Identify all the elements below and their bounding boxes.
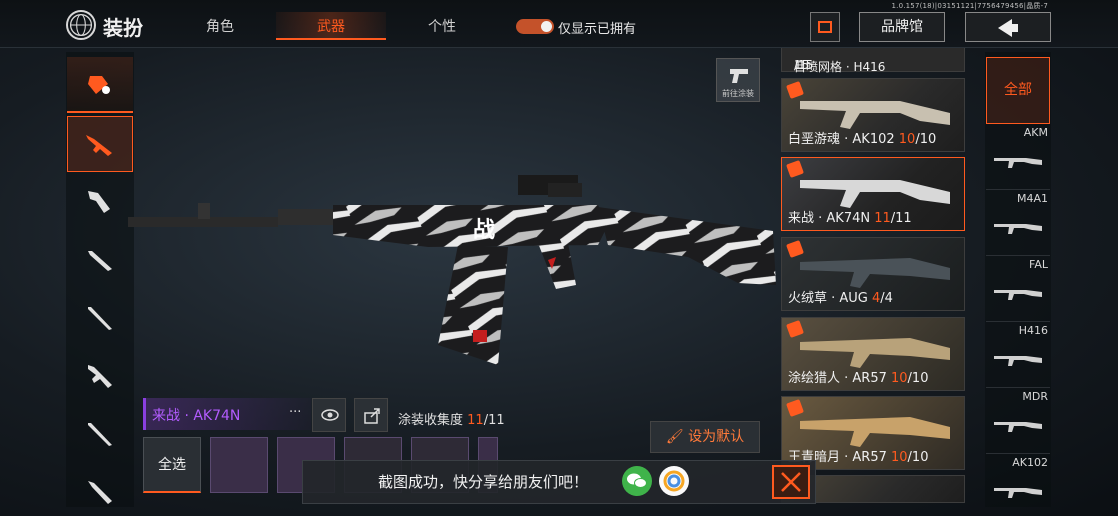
- globe-logo-icon: [66, 10, 96, 40]
- rifle-icon: [994, 356, 1042, 366]
- filter-weapon-name: AKM: [1023, 126, 1048, 139]
- skin-card[interactable]: 涂绘猎人 · AR57 10/10: [781, 317, 965, 391]
- close-toast-button[interactable]: [772, 465, 810, 499]
- rifle-icon: [994, 290, 1042, 300]
- filter-weapon-name: H416: [1018, 324, 1048, 337]
- skin-card[interactable]: 白垩游魂 · AK102 10/10: [781, 78, 965, 152]
- skin-card[interactable]: 目喷网格 · H416 15/15: [781, 48, 965, 74]
- filter-weapon-item[interactable]: H416: [986, 322, 1050, 388]
- select-all-button[interactable]: 全选: [143, 437, 201, 493]
- filter-weapon-name: MDR: [1022, 390, 1048, 403]
- weapon-thumbnail: [800, 258, 950, 288]
- share-icon: [818, 21, 832, 33]
- weapon-thumbnail: [800, 417, 950, 447]
- category-assault-rifle[interactable]: [67, 116, 133, 172]
- skin-card[interactable]: 王青暗月 · AR57 10/10: [781, 396, 965, 470]
- set-default-button[interactable]: 🖌 设为默认: [650, 421, 760, 453]
- close-icon: [781, 472, 801, 492]
- share-skin-button[interactable]: [354, 398, 388, 432]
- weapon-thumbnail: [800, 101, 950, 129]
- marksman-rifle-icon: [88, 423, 112, 446]
- smg-icon: [88, 191, 110, 213]
- tab-weapon[interactable]: 武器: [276, 12, 386, 40]
- back-button[interactable]: [965, 12, 1051, 42]
- wechat-share-icon[interactable]: [622, 466, 652, 496]
- tab-character[interactable]: 角色: [190, 16, 250, 36]
- set-default-label: 设为默认: [688, 429, 745, 445]
- preview-eye-button[interactable]: [312, 398, 346, 432]
- rifle-icon: [88, 481, 112, 504]
- moments-share-icon[interactable]: [659, 466, 689, 496]
- version-text: 1.0.157(18)|03151121|7756479456|晶质-7: [891, 2, 1048, 10]
- shotgun-icon: [88, 251, 112, 271]
- filter-weapon-item[interactable]: FAL: [986, 256, 1050, 322]
- rifle-icon: [994, 488, 1042, 498]
- filter-weapon-name: FAL: [1029, 258, 1048, 271]
- svg-text:战: 战: [473, 218, 495, 243]
- lmg-icon: [88, 365, 112, 388]
- skin-card-selected[interactable]: 来战 · AK74N 11/11: [781, 157, 965, 231]
- filter-weapon-name: M4A1: [1016, 192, 1048, 205]
- collection-total: /11: [483, 413, 505, 428]
- goto-skin-button[interactable]: 前往涂装: [716, 58, 760, 102]
- weapon-preview-ak74n[interactable]: 战: [128, 165, 778, 365]
- collection-owned: 11: [467, 413, 484, 428]
- goto-skin-label: 前往涂装: [722, 89, 754, 98]
- assault-rifle-icon: [86, 135, 112, 156]
- weapon-thumbnail: [800, 180, 950, 208]
- category-spray-all[interactable]: [67, 57, 133, 113]
- filter-weapon-item[interactable]: M4A1: [986, 190, 1050, 256]
- skin-name: 来战 · AK74N 11/11: [788, 211, 912, 226]
- filter-weapon-item[interactable]: AK102: [986, 454, 1050, 516]
- tab-personality[interactable]: 个性: [412, 16, 472, 36]
- page-title: 装扮: [103, 16, 143, 40]
- filter-weapon-name: AK102: [1012, 456, 1048, 469]
- collection-label: 涂装收集度: [398, 413, 464, 428]
- filter-weapon-item[interactable]: MDR: [986, 388, 1050, 454]
- skin-name: 火绒草 · AUG 4/4: [788, 291, 893, 306]
- share-icon: [364, 408, 380, 424]
- category-shotgun[interactable]: [67, 232, 133, 288]
- skin-name: 涂绘猎人 · AR57 10/10: [788, 371, 929, 386]
- toast-message: 截图成功，快分享给朋友们吧！: [378, 473, 589, 491]
- weapon-name-bar: 来战 · AK74N: [143, 398, 311, 430]
- sniper-icon: [88, 307, 112, 330]
- owned-only-toggle[interactable]: [516, 19, 554, 34]
- skin-name: 白垩游魂 · AK102 10/10: [788, 132, 937, 147]
- category-lmg[interactable]: [67, 348, 133, 404]
- weapon-name: 来战 · AK74N: [152, 408, 241, 424]
- brand-hall-button[interactable]: 品牌馆: [859, 12, 945, 42]
- pistol-icon: [730, 69, 748, 83]
- weapon-category-sidebar: [66, 52, 134, 507]
- skin-card[interactable]: 火绒草 · AUG 4/4: [781, 237, 965, 311]
- category-sniper[interactable]: [67, 290, 133, 346]
- spray-paint-icon: [88, 76, 110, 94]
- category-pistol[interactable]: [67, 464, 133, 516]
- filter-all[interactable]: 全部: [986, 57, 1050, 124]
- collection-progress: 涂装收集度 11/11: [398, 409, 505, 428]
- eye-icon: [321, 409, 339, 421]
- more-options-icon[interactable]: ···: [289, 405, 301, 420]
- category-smg[interactable]: [67, 174, 133, 230]
- rifle-icon: [994, 422, 1042, 432]
- brush-icon: 🖌: [665, 429, 684, 445]
- weapon-thumbnail: [800, 338, 950, 368]
- filter-weapon-item[interactable]: AKM: [986, 124, 1050, 190]
- rifle-icon: [994, 158, 1042, 168]
- rifle-icon: [994, 224, 1042, 234]
- share-button[interactable]: [810, 12, 840, 42]
- skin-thumbnail[interactable]: [210, 437, 268, 493]
- owned-only-label: 仅显示已拥有: [558, 22, 637, 37]
- category-marksman[interactable]: [67, 406, 133, 462]
